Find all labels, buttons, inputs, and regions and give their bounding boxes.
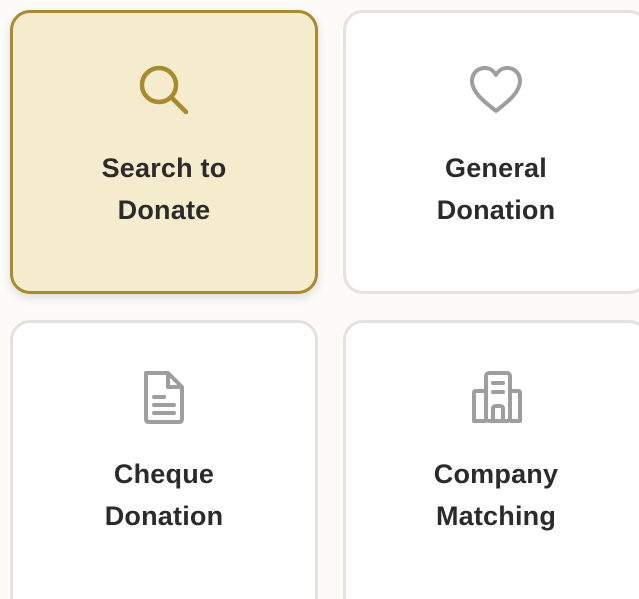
cheque-donation-card[interactable]: Cheque Donation	[10, 320, 318, 599]
card-label: Company Matching	[433, 459, 559, 531]
card-label: Cheque Donation	[104, 459, 224, 531]
card-label: General Donation	[436, 153, 556, 225]
search-icon	[134, 61, 194, 121]
general-donation-card[interactable]: General Donation	[343, 10, 639, 294]
search-to-donate-card[interactable]: Search to Donate	[10, 10, 318, 294]
donation-options-grid: Search to Donate General Donation Cheque	[0, 0, 639, 599]
building-icon	[466, 367, 526, 427]
heart-icon	[466, 61, 526, 121]
card-label: Search to Donate	[101, 153, 227, 225]
company-matching-card[interactable]: Company Matching	[343, 320, 639, 599]
document-icon	[134, 367, 194, 427]
